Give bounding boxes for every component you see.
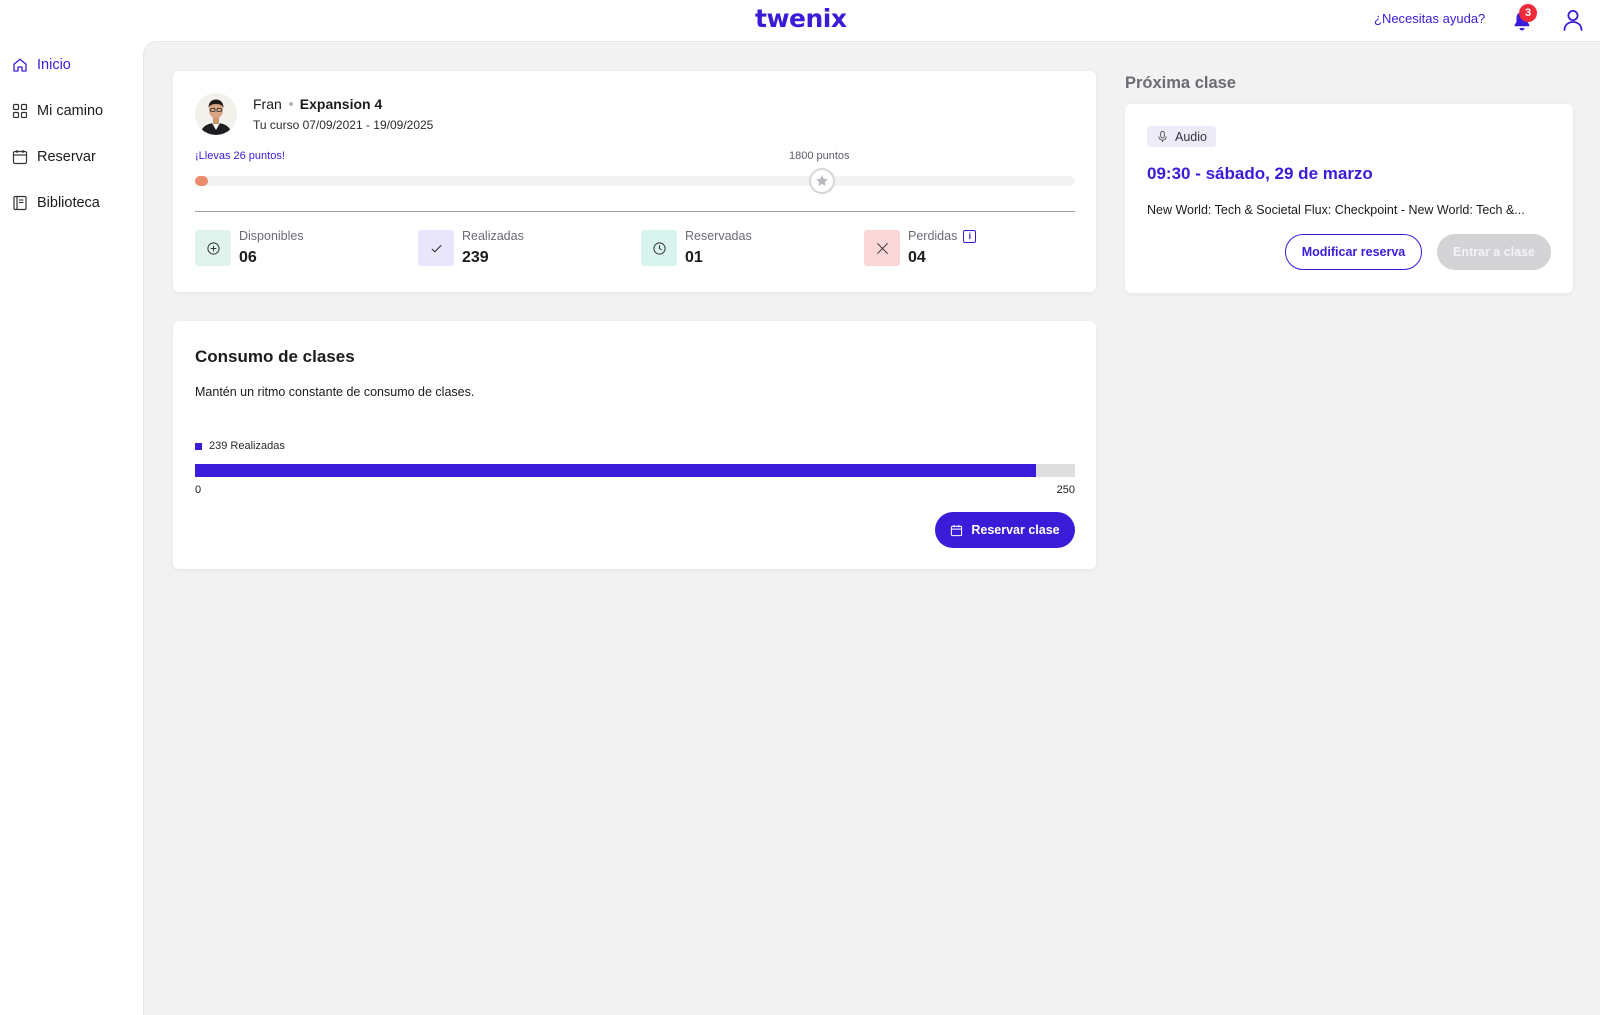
stat-realizadas: Realizadas 239 bbox=[418, 229, 618, 269]
divider bbox=[195, 211, 1075, 212]
calendar-icon bbox=[12, 150, 28, 165]
next-class-card: Audio 09:30 - sábado, 29 de marzo New Wo… bbox=[1125, 104, 1573, 293]
consumption-progress-fill bbox=[195, 464, 1037, 477]
class-type-tag: Audio bbox=[1147, 126, 1216, 147]
stat-label-wrap: Perdidas i bbox=[908, 229, 977, 243]
legend-swatch bbox=[195, 442, 202, 450]
clock-icon bbox=[641, 230, 677, 266]
stat-disponibles: Disponibles 06 bbox=[195, 229, 395, 269]
help-link[interactable]: ¿Necesitas ayuda? bbox=[1374, 11, 1485, 26]
top-bar: twenix ¿Necesitas ayuda? 3 bbox=[0, 0, 1600, 41]
stat-label: Perdidas bbox=[908, 229, 958, 243]
stat-label: Realizadas bbox=[462, 229, 524, 243]
book-class-label: Reservar clase bbox=[971, 523, 1060, 537]
twenix-logo[interactable]: twenix bbox=[755, 4, 847, 33]
consumption-progress-track bbox=[195, 464, 1075, 477]
stat-value: 01 bbox=[685, 249, 703, 266]
stat-reservadas: Reservadas 01 bbox=[641, 229, 841, 269]
stat-perdidas: Perdidas i 04 bbox=[864, 229, 1064, 269]
sidebar-item-label: Biblioteca bbox=[37, 195, 100, 211]
stat-label: Reservadas bbox=[685, 229, 752, 243]
course-level: Expansion 4 bbox=[299, 96, 383, 112]
stat-value: 06 bbox=[239, 249, 257, 266]
calendar-icon bbox=[951, 524, 963, 536]
consumption-title: Consumo de clases bbox=[195, 347, 355, 366]
stat-label: Disponibles bbox=[239, 229, 304, 243]
next-class-description: New World: Tech & Societal Flux: Checkpo… bbox=[1147, 203, 1525, 217]
microphone-icon bbox=[1158, 130, 1167, 143]
class-type-label: Audio bbox=[1175, 129, 1207, 144]
points-target: 1800 puntos bbox=[789, 150, 850, 162]
sidebar-item-biblioteca[interactable]: Biblioteca bbox=[12, 191, 100, 215]
separator-dot bbox=[288, 102, 293, 106]
points-progress-track bbox=[195, 176, 1075, 186]
profile-card: Fran Expansion 4 Tu curso 07/09/2021 - 1… bbox=[173, 71, 1096, 292]
book-class-button[interactable]: Reservar clase bbox=[935, 512, 1075, 548]
sidebar-item-label: Mi camino bbox=[37, 103, 104, 119]
student-name-line: Fran Expansion 4 bbox=[253, 96, 382, 112]
sidebar: Inicio Mi camino Reservar Biblioteca bbox=[0, 41, 143, 1015]
user-icon[interactable] bbox=[1560, 7, 1586, 33]
modify-booking-button[interactable]: Modificar reserva bbox=[1285, 234, 1422, 270]
x-icon bbox=[864, 230, 900, 266]
sidebar-item-inicio[interactable]: Inicio bbox=[12, 53, 71, 77]
info-icon[interactable]: i bbox=[963, 229, 977, 243]
consumption-subtitle: Mantén un ritmo constante de consumo de … bbox=[195, 385, 475, 399]
points-earned: ¡Llevas 26 puntos! bbox=[195, 150, 285, 162]
stat-value: 239 bbox=[462, 249, 489, 266]
sidebar-item-reservar[interactable]: Reservar bbox=[12, 145, 96, 169]
axis-max-label: 250 bbox=[1056, 484, 1075, 496]
plus-circle-icon bbox=[195, 230, 231, 266]
legend-label: 239 Realizadas bbox=[209, 440, 285, 452]
star-milestone-icon bbox=[809, 168, 835, 194]
sidebar-item-mi-camino[interactable]: Mi camino bbox=[12, 99, 103, 123]
sidebar-item-label: Reservar bbox=[37, 149, 96, 165]
consumption-legend: 239 Realizadas bbox=[195, 440, 285, 452]
axis-min-label: 0 bbox=[195, 484, 202, 496]
sidebar-item-label: Inicio bbox=[37, 57, 71, 73]
student-name: Fran bbox=[253, 96, 282, 112]
avatar bbox=[195, 93, 237, 135]
notification-badge: 3 bbox=[1519, 4, 1537, 22]
grid-icon bbox=[12, 103, 28, 119]
next-class-title: Próxima clase bbox=[1125, 74, 1236, 92]
next-class-datetime: 09:30 - sábado, 29 de marzo bbox=[1147, 164, 1373, 183]
consumption-card: Consumo de clases Mantén un ritmo consta… bbox=[173, 321, 1096, 569]
book-icon bbox=[13, 195, 27, 211]
check-icon bbox=[418, 230, 454, 266]
home-icon bbox=[13, 58, 27, 72]
course-dates: Tu curso 07/09/2021 - 19/09/2025 bbox=[253, 118, 434, 132]
enter-class-button[interactable]: Entrar a clase bbox=[1437, 234, 1551, 270]
stat-value: 04 bbox=[908, 249, 926, 266]
points-progress-fill bbox=[195, 176, 208, 186]
